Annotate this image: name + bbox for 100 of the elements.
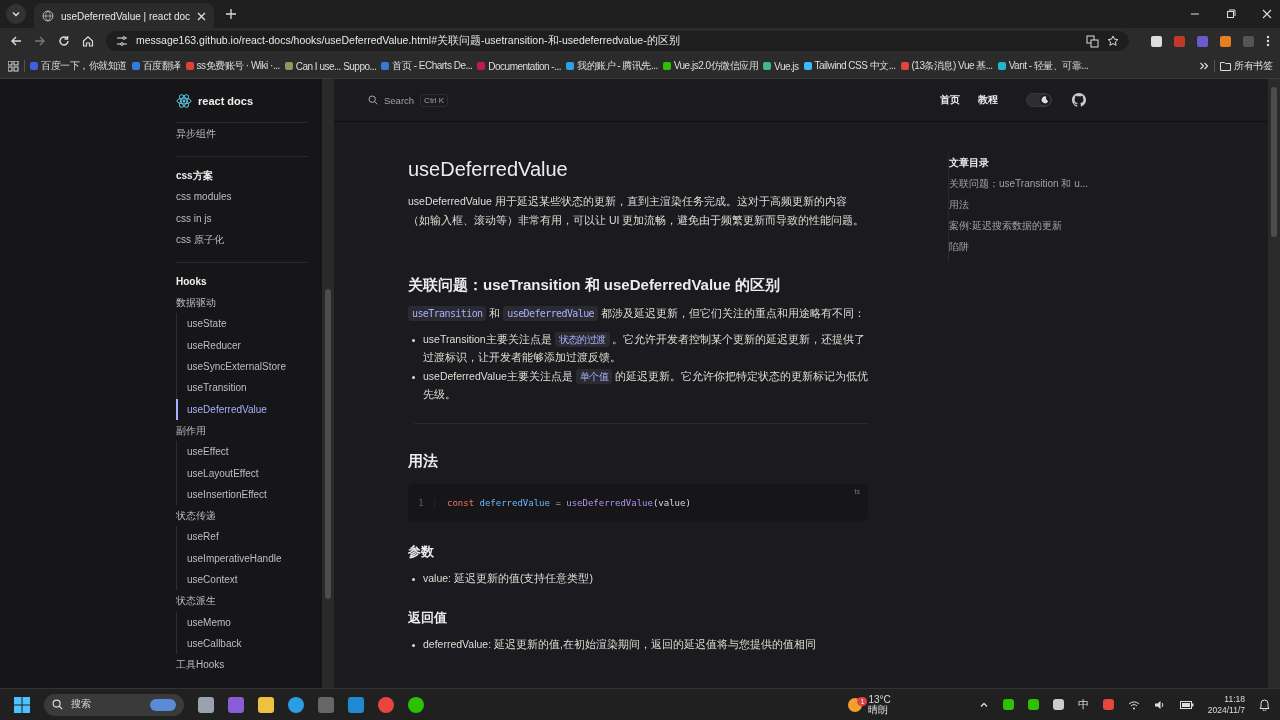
close-icon[interactable] bbox=[1262, 9, 1272, 19]
sidebar-item[interactable]: css 原子化 bbox=[176, 228, 308, 251]
nav-link[interactable]: 首页 bbox=[940, 93, 960, 107]
sidebar-item[interactable]: 状态传递 bbox=[176, 505, 308, 527]
sidebar-item[interactable]: useEffect bbox=[176, 441, 308, 463]
forward-icon[interactable] bbox=[34, 35, 46, 47]
section-heading: 关联问题：useTransition 和 useDeferredValue 的区别 bbox=[408, 275, 781, 295]
sidebar-item[interactable]: 副作用 bbox=[176, 419, 308, 442]
sidebar-item[interactable]: useImperativeHandle bbox=[176, 547, 308, 570]
paragraph: useTransition 和 useDeferredValue 都涉及延迟更新，但它们关注的重点和用途略有不同： bbox=[408, 304, 868, 323]
bookmark[interactable]: Can I use... Suppo... bbox=[284, 60, 377, 72]
bookmark[interactable]: 我的账户 - 腾讯先... bbox=[566, 59, 658, 73]
back-icon[interactable] bbox=[10, 35, 22, 47]
sidebar-section-title: css方案 bbox=[176, 169, 214, 184]
close-icon[interactable] bbox=[197, 11, 206, 21]
bookmark[interactable]: ss免费账号 · Wiki ·... bbox=[185, 59, 280, 73]
all-bookmarks-button[interactable]: 所有书签 bbox=[1220, 59, 1272, 73]
bookmark[interactable]: Vue.js2.0仿微信应用 bbox=[662, 59, 759, 73]
list-item-text: useTransition主要关注点是 状态的过渡 。它允许开发者控制某个更新的延迟更新，还提供了过渡标识，让开发者能够添加过渡反馈。 bbox=[423, 331, 867, 365]
clock-time[interactable]: 11:18 bbox=[1224, 693, 1245, 705]
temperature-text: 13°C bbox=[868, 694, 891, 705]
new-tab-icon[interactable] bbox=[226, 9, 236, 19]
sidebar-item[interactable]: useInsertionEffect bbox=[176, 483, 308, 506]
search-highlight-drawing bbox=[150, 698, 176, 711]
home-icon[interactable] bbox=[82, 35, 94, 47]
taskbar-search-field[interactable]: 搜索 bbox=[44, 693, 184, 716]
weather-text: 晴朗 bbox=[868, 704, 890, 715]
sidebar-item[interactable]: useReducer bbox=[176, 334, 308, 357]
site-settings-icon[interactable] bbox=[116, 35, 128, 47]
sidebar-item[interactable]: 工具Hooks bbox=[176, 654, 308, 676]
sidebar-item[interactable]: css modules bbox=[176, 186, 308, 208]
bullet-icon bbox=[412, 643, 415, 647]
list-item-text: value: 延迟更新的值(支持任意类型) bbox=[423, 571, 593, 586]
list-item-text: deferredValue: 延迟更新的值,在初始渲染期间，返回的延迟值将与您提供的值相同 bbox=[423, 636, 816, 652]
site-logo-text[interactable]: react docs bbox=[198, 94, 254, 107]
sidebar-item[interactable]: useLayoutEffect bbox=[176, 462, 308, 484]
windows-start-icon[interactable] bbox=[14, 696, 30, 713]
battery-icon[interactable] bbox=[1179, 700, 1194, 709]
github-icon[interactable] bbox=[1072, 93, 1086, 107]
appearance-switch[interactable] bbox=[1026, 93, 1052, 107]
reload-icon[interactable] bbox=[58, 35, 70, 47]
input-method-indicator[interactable]: 中 bbox=[1077, 697, 1089, 712]
atom-icon bbox=[176, 92, 192, 109]
shortcut-key: Ctrl K bbox=[420, 93, 449, 107]
intro-paragraph: useDeferredValue 用于延迟某些状态的更新，直到主渲染任务完成。这对于高频更新的内容（如输入框、滚动等）非常有用，可以让 UI 更加流畅，避免由于频繁更新而导致的性能问题。 bbox=[408, 194, 866, 228]
bookmark[interactable]: 百度一下，你就知道 bbox=[30, 59, 127, 73]
toc-link[interactable]: 用法 bbox=[949, 194, 1089, 215]
chevron-double-right-icon[interactable] bbox=[1199, 61, 1209, 71]
toc-link[interactable]: 关联问题：useTransition 和 u... bbox=[949, 173, 1089, 194]
line-number: 1 bbox=[408, 498, 435, 508]
toc-link[interactable]: 案例:延迟搜索数据的更新 bbox=[949, 215, 1089, 236]
bookmark[interactable]: Tailwind CSS 中文... bbox=[803, 59, 896, 73]
bullet-icon bbox=[412, 578, 415, 581]
search-icon bbox=[368, 95, 378, 105]
bullet-icon bbox=[412, 339, 415, 342]
wifi-icon[interactable] bbox=[1127, 699, 1140, 710]
sidebar-item[interactable]: useRef bbox=[176, 526, 308, 548]
sidebar-item[interactable]: 状态派生 bbox=[176, 590, 308, 612]
restore-icon[interactable] bbox=[1226, 9, 1236, 19]
bookmark[interactable]: (13条消息) Vue 基... bbox=[900, 59, 993, 73]
tab-title: useDeferredValue | react doc bbox=[60, 10, 191, 22]
clock-date[interactable]: 2024/11/7 bbox=[1207, 704, 1245, 716]
bookmark[interactable]: 百度翻译 bbox=[131, 59, 181, 73]
bell-icon[interactable] bbox=[1259, 698, 1270, 711]
subsection-heading: 参数 bbox=[408, 543, 435, 561]
menu-icon[interactable] bbox=[1266, 35, 1270, 47]
bullet-icon bbox=[412, 376, 415, 379]
browser-tab[interactable]: useDeferredValue | react doc bbox=[34, 3, 214, 29]
list-item-text: useDeferredValue主要关注点是 单个值 的延迟更新。它允许你把特定状态的更新标记为低优先级。 bbox=[423, 368, 868, 402]
code-line: const deferredValue = useDeferredValue(value) bbox=[447, 498, 691, 508]
nav-link[interactable]: 教程 bbox=[978, 93, 998, 107]
sidebar-section-title: Hooks bbox=[176, 275, 208, 290]
sidebar-item[interactable]: useDeferredValue bbox=[176, 398, 308, 420]
address-bar[interactable]: message163.github.io/react-docs/hooks/useDeferredValue.html#关联问题-usetransition-和-usedeferredvalue-的区别 bbox=[106, 31, 1129, 51]
translate-icon[interactable] bbox=[1086, 34, 1099, 48]
sidebar-item[interactable]: useMemo bbox=[176, 611, 308, 633]
scrollbar-thumb[interactable] bbox=[325, 289, 331, 599]
sidebar-item[interactable]: 数据驱动 bbox=[176, 292, 308, 314]
toc-title: 文章目录 bbox=[949, 156, 990, 170]
bookmark[interactable]: Vue.js bbox=[763, 60, 799, 72]
sidebar-item[interactable]: useSyncExternalStore bbox=[176, 356, 308, 378]
sidebar-item[interactable]: useCallback bbox=[176, 632, 308, 655]
chevron-down-icon bbox=[11, 9, 21, 19]
apps-icon[interactable] bbox=[8, 60, 19, 72]
bookmark[interactable]: Vant - 轻量、可靠... bbox=[997, 59, 1089, 73]
bookmark[interactable]: 首页 - ECharts De... bbox=[381, 59, 473, 73]
tab-search-button[interactable] bbox=[6, 4, 26, 24]
sidebar-item[interactable]: css in js bbox=[176, 207, 308, 229]
sidebar-item[interactable]: useTransition bbox=[176, 377, 308, 399]
sidebar-item[interactable]: useContext bbox=[176, 569, 308, 591]
sidebar-item[interactable]: 异步组件 bbox=[176, 123, 308, 145]
bookmark[interactable]: Documentation -... bbox=[477, 60, 561, 72]
toc-link[interactable]: 陷阱 bbox=[949, 236, 1089, 257]
moon-icon bbox=[1041, 96, 1049, 104]
scrollbar-thumb[interactable] bbox=[1271, 87, 1277, 237]
search-button[interactable]: Search Ctrl K bbox=[364, 88, 453, 112]
star-icon[interactable] bbox=[1107, 35, 1119, 47]
sidebar-item[interactable]: useState bbox=[176, 313, 308, 335]
subsection-heading: 返回值 bbox=[408, 608, 448, 627]
speaker-icon[interactable] bbox=[1153, 699, 1166, 710]
